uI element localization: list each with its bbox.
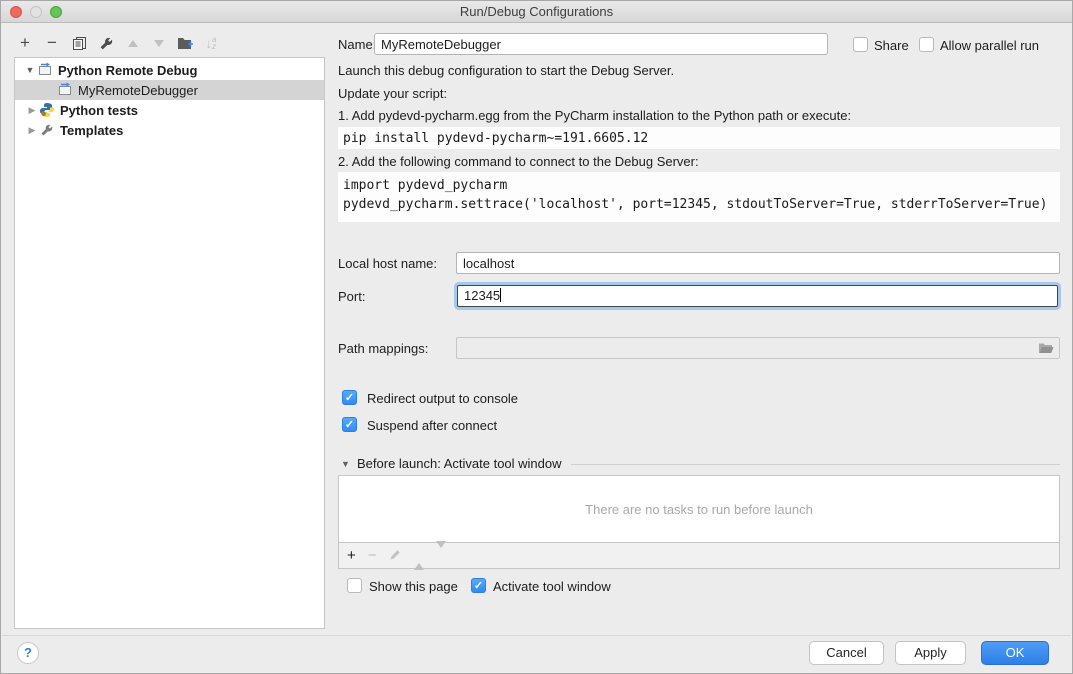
zoom-button[interactable] <box>50 6 62 18</box>
path-mappings-label: Path mappings: <box>338 341 428 357</box>
cancel-button[interactable]: Cancel <box>809 641 884 665</box>
local-host-name-input[interactable] <box>456 252 1060 274</box>
description-line-2: Update your script: <box>338 86 447 102</box>
step-1-text: 1. Add pydevd-pycharm.egg from the PyCha… <box>338 108 851 124</box>
redirect-output-label: Redirect output to console <box>367 391 518 407</box>
tree-item-label: Templates <box>60 123 123 138</box>
tree-item-label: Python Remote Debug <box>58 63 197 78</box>
port-value: 12345 <box>464 288 500 303</box>
local-host-name-label: Local host name: <box>338 256 437 272</box>
step-2-text: 2. Add the following command to connect … <box>338 154 699 170</box>
help-button[interactable]: ? <box>17 642 39 664</box>
apply-button[interactable]: Apply <box>895 641 966 665</box>
plus-icon: + <box>20 34 30 52</box>
suspend-after-connect-checkbox[interactable]: ✓ <box>342 417 357 432</box>
settrace-code-block: import pydevd_pycharm pydevd_pycharm.set… <box>338 172 1060 222</box>
tree-item-myremotedebugger[interactable]: MyRemoteDebugger <box>15 80 324 100</box>
footer-divider <box>2 635 1071 636</box>
python-tests-icon <box>39 102 55 118</box>
name-input[interactable] <box>374 33 828 55</box>
remove-configuration-button[interactable]: − <box>42 33 62 53</box>
edit-templates-button[interactable] <box>96 33 116 53</box>
minimize-button <box>30 6 42 18</box>
allow-parallel-run-checkbox[interactable] <box>919 37 934 52</box>
pencil-icon <box>389 548 402 561</box>
name-label: Name: <box>338 37 376 53</box>
arrow-down-icon <box>154 40 164 47</box>
tree-item-python-tests[interactable]: ▶ Python tests <box>15 100 324 120</box>
port-label: Port: <box>338 289 365 305</box>
suspend-after-connect-label: Suspend after connect <box>367 418 497 434</box>
remote-debug-icon <box>37 62 53 78</box>
pip-install-code-block: pip install pydevd-pycharm~=191.6605.12 <box>338 127 1060 149</box>
close-button[interactable] <box>10 6 22 18</box>
folder-plus-icon <box>177 36 194 50</box>
sort-az-icon: ↓az <box>206 36 217 51</box>
port-input[interactable]: 12345 <box>457 285 1058 307</box>
plus-icon: + <box>347 547 356 564</box>
task-list-toolbar: + − <box>338 543 1060 569</box>
configuration-tree: ▼ Python Remote Debug MyRemoteDebugger ▶… <box>14 57 325 629</box>
wrench-icon <box>39 122 55 138</box>
arrow-up-icon <box>128 40 138 47</box>
titlebar: Run/Debug Configurations <box>1 1 1072 23</box>
share-checkbox[interactable] <box>853 37 868 52</box>
activate-tool-window-checkbox[interactable]: ✓ <box>471 578 486 593</box>
move-task-down-button <box>436 548 446 563</box>
description-line-1: Launch this debug configuration to start… <box>338 63 674 79</box>
browse-folder-icon[interactable] <box>1038 342 1054 358</box>
before-launch-task-list[interactable]: There are no tasks to run before launch <box>338 475 1060 543</box>
path-mappings-input[interactable] <box>456 337 1060 359</box>
tree-item-label: Python tests <box>60 103 138 118</box>
sort-configurations-button: ↓az <box>201 33 221 53</box>
arrow-up-icon <box>414 548 424 570</box>
copy-configuration-button[interactable] <box>69 33 89 53</box>
copy-icon <box>72 36 87 51</box>
remote-debug-icon <box>57 82 73 98</box>
add-configuration-button[interactable]: + <box>15 33 35 53</box>
arrow-down-icon <box>436 541 446 563</box>
tree-item-templates[interactable]: ▶ Templates <box>15 120 324 140</box>
text-caret <box>500 288 501 302</box>
chevron-right-icon[interactable]: ▶ <box>25 125 39 136</box>
minus-icon: − <box>47 34 57 52</box>
window-title: Run/Debug Configurations <box>1 1 1072 22</box>
wrench-icon <box>99 36 114 51</box>
code-line: pydevd_pycharm.settrace('localhost', por… <box>338 195 1060 214</box>
minus-icon: − <box>368 547 377 564</box>
run-debug-configurations-dialog: Run/Debug Configurations + − ↓az ▼ Pytho… <box>0 0 1073 674</box>
move-down-button <box>149 33 169 53</box>
remove-task-button: − <box>368 547 377 565</box>
section-divider <box>571 464 1060 465</box>
show-this-page-label: Show this page <box>369 579 458 595</box>
chevron-right-icon[interactable]: ▶ <box>25 105 39 116</box>
collapse-section-icon[interactable]: ▼ <box>341 459 350 469</box>
share-label: Share <box>874 38 909 54</box>
code-line: pip install pydevd-pycharm~=191.6605.12 <box>338 129 1060 148</box>
activate-tool-window-label: Activate tool window <box>493 579 611 595</box>
move-up-button <box>123 33 143 53</box>
allow-parallel-run-label: Allow parallel run <box>940 38 1039 54</box>
chevron-down-icon[interactable]: ▼ <box>23 65 37 75</box>
redirect-output-checkbox[interactable]: ✓ <box>342 390 357 405</box>
new-folder-button[interactable] <box>175 33 195 53</box>
edit-task-button <box>389 548 402 564</box>
code-line: import pydevd_pycharm <box>338 176 1060 195</box>
add-task-button[interactable]: + <box>347 547 356 565</box>
tree-item-label: MyRemoteDebugger <box>78 83 198 98</box>
show-this-page-checkbox[interactable] <box>347 578 362 593</box>
before-launch-header: Before launch: Activate tool window <box>357 456 562 472</box>
empty-task-list-text: There are no tasks to run before launch <box>585 502 813 517</box>
move-task-up-button <box>414 548 424 563</box>
tree-item-python-remote-debug[interactable]: ▼ Python Remote Debug <box>15 60 324 80</box>
ok-button[interactable]: OK <box>981 641 1049 665</box>
